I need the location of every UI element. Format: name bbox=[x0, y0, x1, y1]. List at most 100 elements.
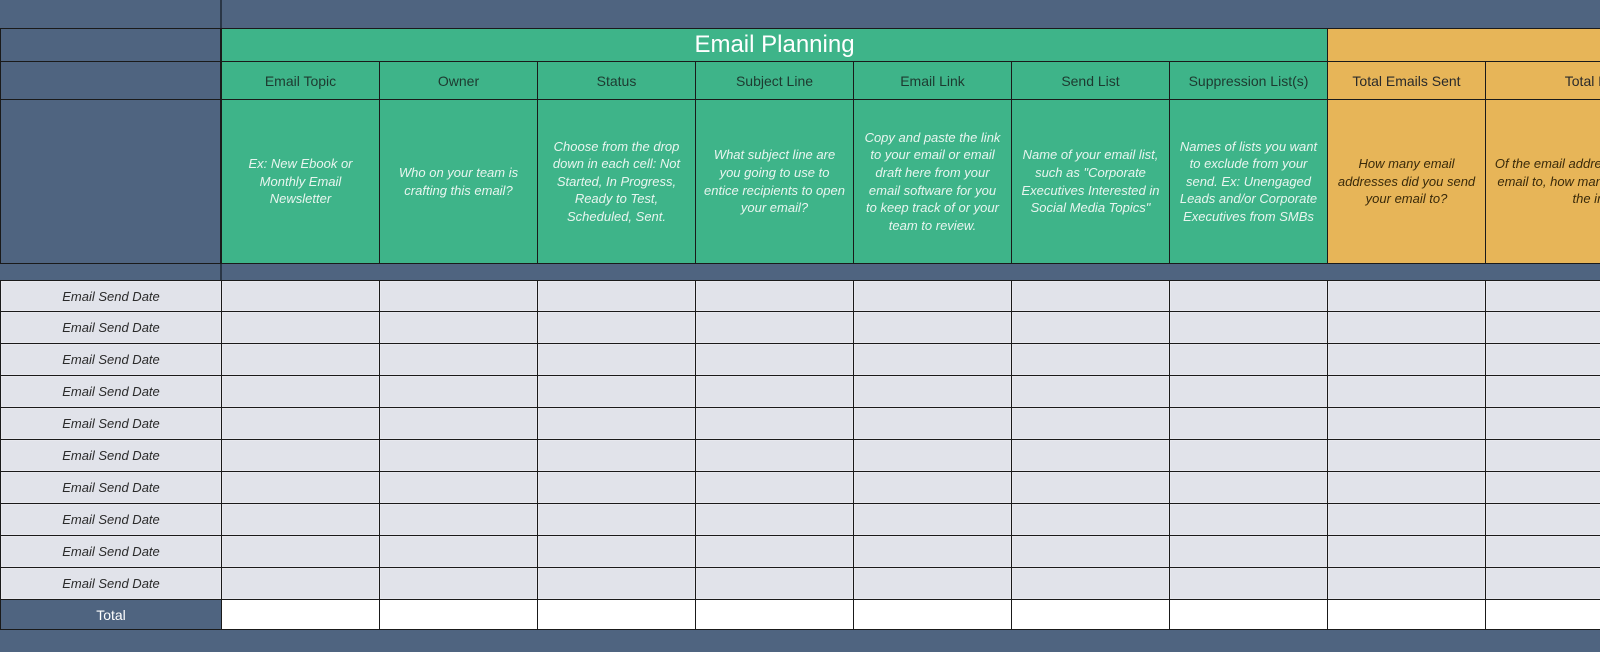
cell-sent[interactable] bbox=[1328, 312, 1486, 344]
cell-subject[interactable] bbox=[696, 440, 854, 472]
cell-delivered[interactable] bbox=[1486, 536, 1600, 568]
cell-link[interactable] bbox=[854, 408, 1012, 440]
cell-status[interactable] bbox=[538, 568, 696, 600]
row-date-label[interactable]: Email Send Date bbox=[0, 344, 222, 376]
cell-sent[interactable] bbox=[1328, 280, 1486, 312]
cell-topic[interactable] bbox=[222, 472, 380, 504]
cell-suppression[interactable] bbox=[1170, 472, 1328, 504]
cell-delivered[interactable] bbox=[1486, 344, 1600, 376]
cell-sendlist[interactable] bbox=[1012, 568, 1170, 600]
cell-sendlist[interactable] bbox=[1012, 536, 1170, 568]
cell-link[interactable] bbox=[854, 504, 1012, 536]
cell-delivered[interactable] bbox=[1486, 280, 1600, 312]
cell-suppression[interactable] bbox=[1170, 408, 1328, 440]
cell-sent[interactable] bbox=[1328, 440, 1486, 472]
cell-subject[interactable] bbox=[696, 504, 854, 536]
cell-sent[interactable] bbox=[1328, 408, 1486, 440]
col-head-suppression[interactable]: Suppression List(s) bbox=[1170, 62, 1328, 100]
cell-delivered[interactable] bbox=[1486, 376, 1600, 408]
row-date-label[interactable]: Email Send Date bbox=[0, 504, 222, 536]
cell-link[interactable] bbox=[854, 536, 1012, 568]
cell-delivered[interactable] bbox=[1486, 312, 1600, 344]
col-head-owner[interactable]: Owner bbox=[380, 62, 538, 100]
cell-sent[interactable] bbox=[1328, 536, 1486, 568]
cell-owner[interactable] bbox=[380, 568, 538, 600]
row-date-label[interactable]: Email Send Date bbox=[0, 376, 222, 408]
cell-owner[interactable] bbox=[380, 504, 538, 536]
cell-suppression[interactable] bbox=[1170, 376, 1328, 408]
cell-delivered[interactable] bbox=[1486, 472, 1600, 504]
cell-suppression[interactable] bbox=[1170, 440, 1328, 472]
row-date-label[interactable]: Email Send Date bbox=[0, 408, 222, 440]
cell-topic[interactable] bbox=[222, 568, 380, 600]
cell-delivered[interactable] bbox=[1486, 408, 1600, 440]
cell-status[interactable] bbox=[538, 408, 696, 440]
cell-suppression[interactable] bbox=[1170, 504, 1328, 536]
cell-subject[interactable] bbox=[696, 376, 854, 408]
cell-suppression[interactable] bbox=[1170, 312, 1328, 344]
cell-topic[interactable] bbox=[222, 344, 380, 376]
col-head-sendlist[interactable]: Send List bbox=[1012, 62, 1170, 100]
cell-status[interactable] bbox=[538, 472, 696, 504]
cell-delivered[interactable] bbox=[1486, 440, 1600, 472]
cell-suppression[interactable] bbox=[1170, 280, 1328, 312]
cell-sendlist[interactable] bbox=[1012, 408, 1170, 440]
cell-suppression[interactable] bbox=[1170, 344, 1328, 376]
cell-topic[interactable] bbox=[222, 408, 380, 440]
row-date-label[interactable]: Email Send Date bbox=[0, 472, 222, 504]
col-head-topic[interactable]: Email Topic bbox=[222, 62, 380, 100]
cell-suppression[interactable] bbox=[1170, 536, 1328, 568]
cell-sent[interactable] bbox=[1328, 504, 1486, 536]
cell-status[interactable] bbox=[538, 312, 696, 344]
row-date-label[interactable]: Email Send Date bbox=[0, 312, 222, 344]
cell-status[interactable] bbox=[538, 504, 696, 536]
cell-sent[interactable] bbox=[1328, 568, 1486, 600]
cell-link[interactable] bbox=[854, 312, 1012, 344]
cell-owner[interactable] bbox=[380, 344, 538, 376]
col-head-delivered[interactable]: Total Emails bbox=[1486, 62, 1600, 100]
cell-owner[interactable] bbox=[380, 472, 538, 504]
cell-sendlist[interactable] bbox=[1012, 440, 1170, 472]
cell-owner[interactable] bbox=[380, 312, 538, 344]
cell-link[interactable] bbox=[854, 440, 1012, 472]
cell-subject[interactable] bbox=[696, 472, 854, 504]
cell-sendlist[interactable] bbox=[1012, 376, 1170, 408]
cell-sendlist[interactable] bbox=[1012, 344, 1170, 376]
row-date-label[interactable]: Email Send Date bbox=[0, 536, 222, 568]
cell-status[interactable] bbox=[538, 344, 696, 376]
cell-link[interactable] bbox=[854, 568, 1012, 600]
col-head-link[interactable]: Email Link bbox=[854, 62, 1012, 100]
cell-subject[interactable] bbox=[696, 312, 854, 344]
cell-status[interactable] bbox=[538, 440, 696, 472]
cell-sendlist[interactable] bbox=[1012, 280, 1170, 312]
row-date-label[interactable]: Email Send Date bbox=[0, 280, 222, 312]
cell-link[interactable] bbox=[854, 280, 1012, 312]
cell-link[interactable] bbox=[854, 344, 1012, 376]
col-head-status[interactable]: Status bbox=[538, 62, 696, 100]
cell-sendlist[interactable] bbox=[1012, 312, 1170, 344]
cell-subject[interactable] bbox=[696, 344, 854, 376]
row-date-label[interactable]: Email Send Date bbox=[0, 440, 222, 472]
cell-subject[interactable] bbox=[696, 408, 854, 440]
cell-owner[interactable] bbox=[380, 408, 538, 440]
row-date-label[interactable]: Email Send Date bbox=[0, 568, 222, 600]
cell-status[interactable] bbox=[538, 280, 696, 312]
cell-delivered[interactable] bbox=[1486, 504, 1600, 536]
cell-subject[interactable] bbox=[696, 536, 854, 568]
cell-link[interactable] bbox=[854, 472, 1012, 504]
cell-sendlist[interactable] bbox=[1012, 472, 1170, 504]
cell-topic[interactable] bbox=[222, 376, 380, 408]
cell-topic[interactable] bbox=[222, 280, 380, 312]
cell-link[interactable] bbox=[854, 376, 1012, 408]
cell-subject[interactable] bbox=[696, 568, 854, 600]
cell-sent[interactable] bbox=[1328, 344, 1486, 376]
cell-owner[interactable] bbox=[380, 280, 538, 312]
cell-owner[interactable] bbox=[380, 376, 538, 408]
cell-owner[interactable] bbox=[380, 440, 538, 472]
cell-subject[interactable] bbox=[696, 280, 854, 312]
cell-sent[interactable] bbox=[1328, 472, 1486, 504]
cell-status[interactable] bbox=[538, 376, 696, 408]
cell-status[interactable] bbox=[538, 536, 696, 568]
cell-delivered[interactable] bbox=[1486, 568, 1600, 600]
col-head-sent[interactable]: Total Emails Sent bbox=[1328, 62, 1486, 100]
